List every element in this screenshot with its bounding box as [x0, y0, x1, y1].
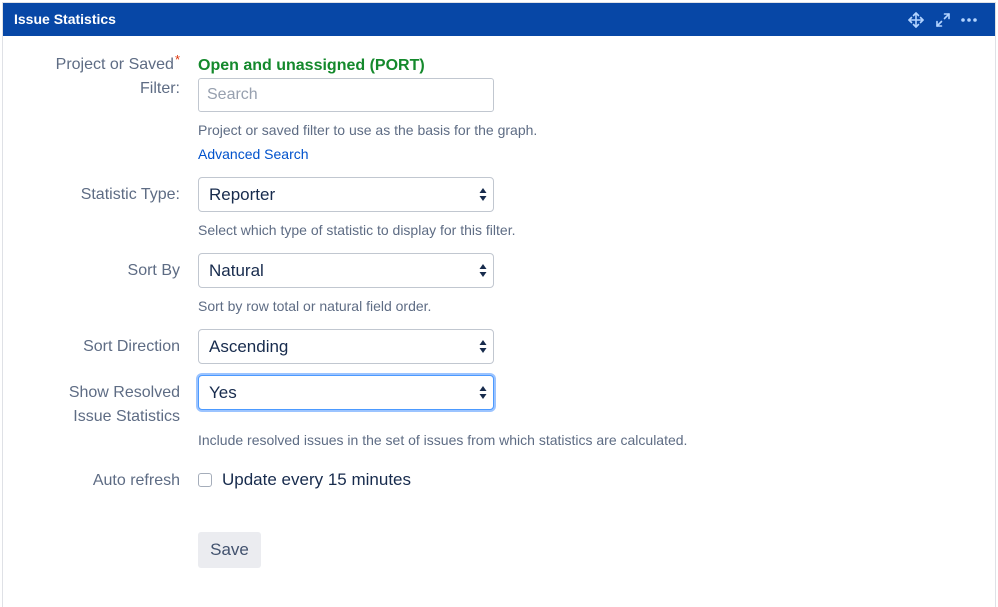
show-resolved-select[interactable]: Yes — [198, 375, 494, 410]
filter-help-text: Project or saved filter to use as the ba… — [198, 122, 538, 138]
gadget-title: Issue Statistics — [14, 11, 116, 27]
sort-by-select[interactable]: Natural — [198, 253, 494, 288]
statistic-type-help: Select which type of statistic to displa… — [198, 222, 516, 238]
move-icon[interactable] — [906, 10, 926, 30]
sort-by-value: Natural — [209, 261, 264, 280]
filter-label: Project or Saved* — [55, 52, 180, 77]
filter-label-line2: Filter: — [140, 80, 180, 97]
statistic-type-select[interactable]: Reporter — [198, 177, 494, 212]
sort-direction-label: Sort Direction — [83, 338, 180, 355]
show-resolved-help: Include resolved issues in the set of is… — [198, 432, 688, 448]
required-marker: * — [174, 52, 180, 67]
statistic-type-value: Reporter — [209, 185, 276, 204]
auto-refresh-checkbox[interactable] — [198, 473, 212, 487]
filter-search-input[interactable] — [198, 78, 494, 112]
auto-refresh-label: Auto refresh — [92, 472, 180, 489]
show-resolved-label-line2: Issue Statistics — [73, 408, 180, 425]
select-arrows-icon — [479, 386, 487, 399]
select-arrows-icon — [479, 188, 487, 201]
expand-icon[interactable] — [933, 10, 953, 30]
select-arrows-icon — [479, 264, 487, 277]
select-arrows-icon — [479, 340, 487, 353]
sort-by-help: Sort by row total or natural field order… — [198, 298, 432, 314]
save-button[interactable]: Save — [198, 532, 261, 568]
sort-by-label: Sort By — [127, 262, 180, 279]
sort-direction-value: Ascending — [209, 337, 289, 356]
show-resolved-label-line1: Show Resolved — [68, 384, 180, 401]
current-filter-value[interactable]: Open and unassigned (PORT) — [198, 55, 425, 77]
statistic-type-label: Statistic Type: — [80, 186, 180, 203]
auto-refresh-checkbox-label[interactable]: Update every 15 minutes — [222, 469, 411, 491]
sort-direction-select[interactable]: Ascending — [198, 329, 494, 364]
advanced-search-link[interactable]: Advanced Search — [198, 145, 309, 163]
gadget-header: Issue Statistics — [3, 3, 995, 36]
more-icon[interactable] — [959, 10, 979, 30]
show-resolved-value: Yes — [209, 383, 237, 402]
filter-label-line1: Project or Saved — [55, 56, 174, 73]
